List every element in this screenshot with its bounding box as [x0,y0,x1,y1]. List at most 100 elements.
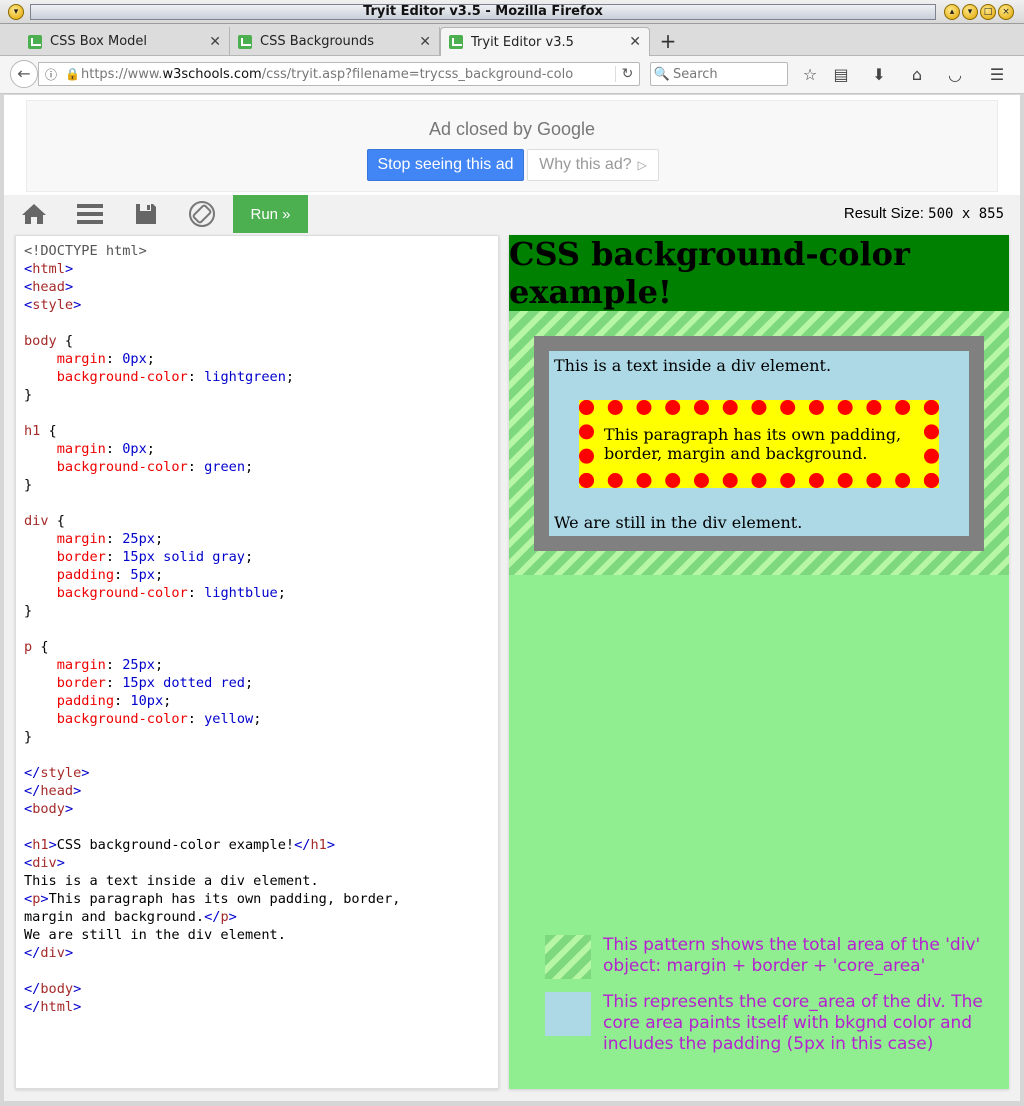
result-frame: CSS background-color example! This is a … [509,235,1009,1089]
stop-seeing-ad-button[interactable]: Stop seeing this ad [367,149,524,181]
code-line[interactable]: margin: 0px; [24,350,498,368]
code-line[interactable]: margin and background.</p> [24,908,498,926]
result-size-label: Result Size: [843,205,924,222]
code-text[interactable]: <!DOCTYPE html> <html> <head> <style> body {… [16,236,498,1016]
why-this-ad-label: Why this ad? [539,156,632,173]
code-line[interactable]: <html> [24,260,498,278]
legend-swatch-pattern [545,935,591,979]
site-info-icon[interactable]: ⓘ [45,66,65,83]
code-line[interactable]: </body> [24,980,498,998]
downloads-arrow-icon[interactable]: ⬇ [868,64,890,86]
code-line[interactable]: body { [24,332,498,350]
close-tab-icon[interactable]: ✕ [209,34,221,50]
tab-css-backgrounds[interactable]: CSS Backgrounds ✕ [230,27,440,56]
search-icon: 🔍 [653,66,671,82]
legend-text: This represents the core_area of the div… [603,992,983,1054]
ad-closed-panel: Ad closed by Google Stop seeing this ad … [26,100,998,192]
tab-strip: CSS Box Model ✕ CSS Backgrounds ✕ Tryit … [0,24,1024,56]
w3schools-favicon-icon [238,34,252,49]
code-line[interactable] [24,494,498,512]
code-line[interactable]: margin: 25px; [24,530,498,548]
why-this-ad-button[interactable]: Why this ad? ▷ [527,149,659,181]
code-line[interactable]: border: 15px solid gray; [24,548,498,566]
w3schools-favicon-icon [28,34,42,49]
rotate-orientation-icon[interactable] [179,195,225,233]
code-line[interactable]: } [24,728,498,746]
code-line[interactable]: p { [24,638,498,656]
code-line[interactable]: <style> [24,296,498,314]
legend-row-core-area: This represents the core_area of the div… [545,992,1007,1055]
editor-area: <!DOCTYPE html> <html> <head> <style> body {… [4,233,1020,1101]
url-text[interactable]: https://www.w3schools.com/css/tryit.asp?… [81,67,615,82]
code-line[interactable]: padding: 10px; [24,692,498,710]
home-icon[interactable]: ⌂ [906,64,928,86]
code-line[interactable]: margin: 25px; [24,656,498,674]
code-line[interactable]: border: 15px dotted red; [24,674,498,692]
window-menu-icon[interactable]: ▾ [8,4,24,20]
code-line[interactable]: This is a text inside a div element. [24,872,498,890]
code-line[interactable]: We are still in the div element. [24,926,498,944]
new-tab-plus-icon[interactable]: + [656,30,680,54]
code-line[interactable] [24,314,498,332]
tab-label: Tryit Editor v3.5 [471,34,574,50]
home-icon[interactable] [11,195,57,233]
div-text-top: This is a text inside a div element. [554,356,832,375]
code-line[interactable] [24,746,498,764]
code-line[interactable] [24,620,498,638]
code-line[interactable]: background-color: lightblue; [24,584,498,602]
pocket-icon[interactable]: ◡ [944,64,966,86]
code-line[interactable]: background-color: green; [24,458,498,476]
tab-css-box-model[interactable]: CSS Box Model ✕ [20,27,230,56]
legend-text: This pattern shows the total area of the… [603,935,981,976]
code-line[interactable]: background-color: lightgreen; [24,368,498,386]
w3schools-favicon-icon [449,35,463,49]
window-minimize-icon[interactable]: ▾ [962,4,978,20]
close-tab-icon[interactable]: ✕ [629,34,641,50]
web-page: Ad closed by Google Stop seeing this ad … [4,95,1020,1101]
reload-icon[interactable]: ↻ [615,66,639,82]
code-editor[interactable]: <!DOCTYPE html> <html> <head> <style> body {… [15,235,499,1089]
code-line[interactable]: <!DOCTYPE html> [24,242,498,260]
menu-lines-icon[interactable] [67,195,113,233]
code-line[interactable] [24,404,498,422]
div-text-bottom: We are still in the div element. [554,513,803,532]
window-maximize-icon[interactable]: □ [980,4,996,20]
hamburger-menu-icon[interactable]: ☰ [986,64,1008,86]
result-size-value: 500 x 855 [928,206,1004,222]
code-line[interactable]: </div> [24,944,498,962]
code-line[interactable]: </head> [24,782,498,800]
close-tab-icon[interactable]: ✕ [419,34,431,50]
tab-tryit-editor[interactable]: Tryit Editor v3.5 ✕ [440,27,650,56]
back-arrow-icon[interactable]: ← [10,60,38,88]
search-input[interactable]: 🔍 Search [650,62,788,86]
reader-list-icon[interactable]: ▤ [830,64,852,86]
code-line[interactable]: <h1>CSS background-color example!</h1> [24,836,498,854]
code-line[interactable]: margin: 0px; [24,440,498,458]
code-line[interactable]: h1 { [24,422,498,440]
code-line[interactable]: div { [24,512,498,530]
save-disk-icon[interactable] [123,195,169,233]
code-line[interactable]: background-color: yellow; [24,710,498,728]
code-line[interactable]: padding: 5px; [24,566,498,584]
code-line[interactable] [24,818,498,836]
code-line[interactable] [24,962,498,980]
code-line[interactable]: </html> [24,998,498,1016]
url-bar[interactable]: ⓘ 🔒 https://www.w3schools.com/css/tryit.… [38,62,640,86]
code-line[interactable]: } [24,602,498,620]
window-close-icon[interactable]: × [998,4,1014,20]
lock-icon: 🔒 [65,67,80,81]
result-heading: CSS background-color example! [509,235,1009,311]
result-paragraph: This paragraph has its own padding, bord… [579,400,939,488]
ad-closed-title: Ad closed by Google [428,119,596,139]
code-line[interactable]: </style> [24,764,498,782]
run-button[interactable]: Run » [233,195,308,233]
code-line[interactable]: <p>This paragraph has its own padding, b… [24,890,498,908]
code-line[interactable]: <div> [24,854,498,872]
code-line[interactable]: <body> [24,800,498,818]
code-line[interactable]: } [24,476,498,494]
code-line[interactable]: <head> [24,278,498,296]
code-line[interactable]: } [24,386,498,404]
tryit-toolbar: Run » Result Size: 500 x 855 [4,195,1020,233]
window-shade-icon[interactable]: ▴ [944,4,960,20]
bookmark-star-icon[interactable]: ☆ [799,64,821,86]
